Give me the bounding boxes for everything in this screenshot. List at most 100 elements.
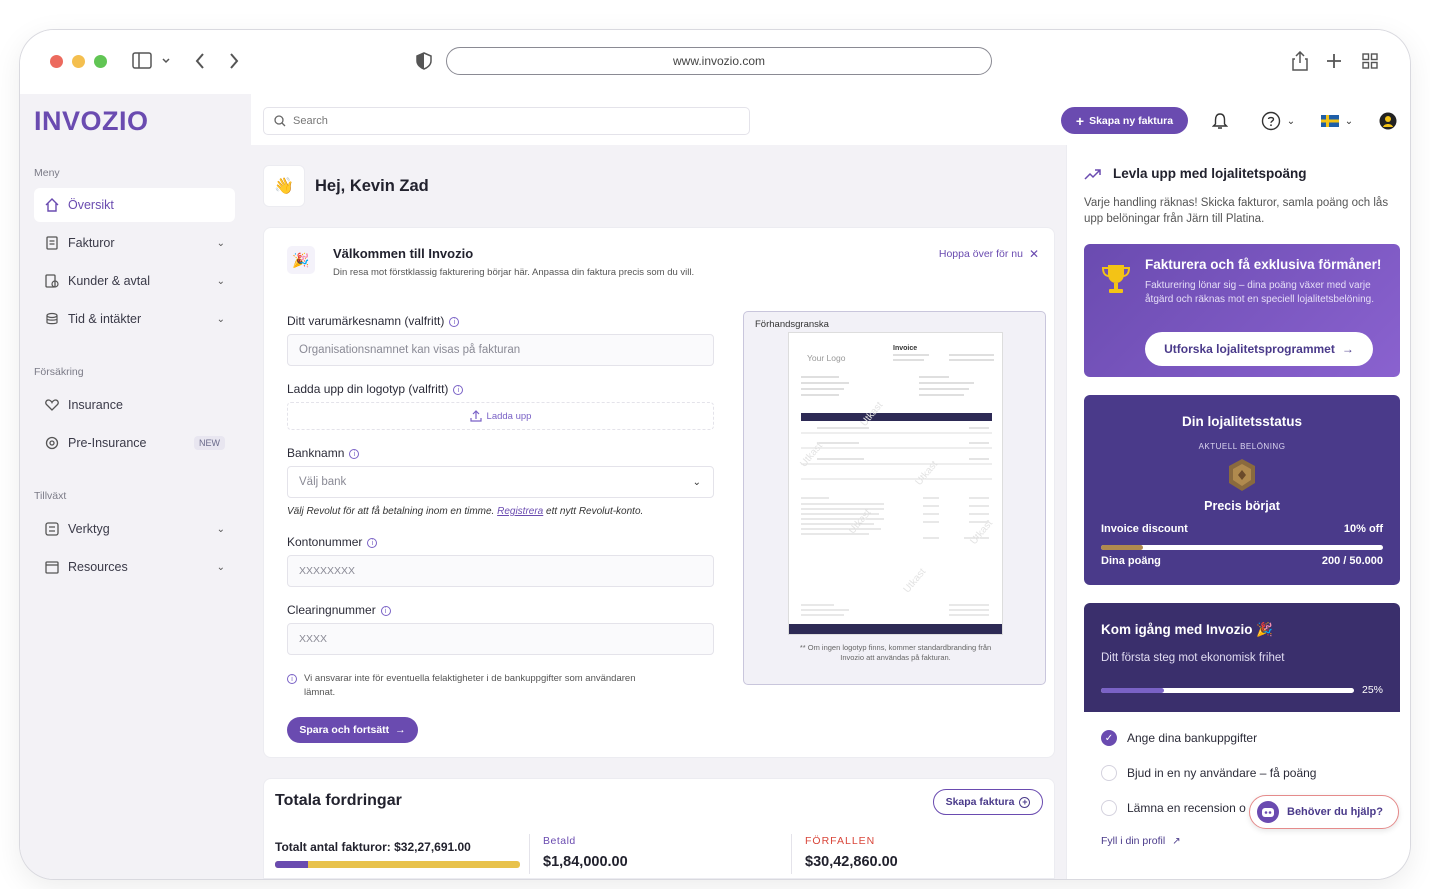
minimize-window-button[interactable] — [72, 55, 85, 68]
wave-icon: 👋 — [263, 165, 305, 207]
search-input[interactable]: Search — [263, 107, 750, 135]
sidebar-item-insurance[interactable]: Insurance — [34, 388, 235, 422]
task-label: Ange dina bankuppgifter — [1127, 731, 1258, 745]
sidebar-item-label: Pre-Insurance — [68, 436, 147, 450]
trophy-icon — [1101, 265, 1131, 293]
sweden-flag-icon — [1320, 115, 1339, 127]
info-icon: i — [380, 606, 391, 616]
avatar[interactable] — [1378, 110, 1398, 132]
search-icon — [274, 115, 286, 127]
divider — [791, 834, 792, 874]
register-link[interactable]: Registrera — [497, 506, 543, 517]
overdue-value: $30,42,860.00 — [805, 854, 898, 870]
onboarding-progress-bar — [1101, 688, 1354, 693]
clearing-label: Clearingnummer i — [287, 603, 391, 617]
task-label: Bjud in en ny användare – få poäng — [1127, 766, 1317, 780]
paid-value: $1,84,000.00 — [543, 854, 628, 870]
total-invoices-label: Totalt antal fakturor: $32,27,691.00 — [275, 840, 471, 854]
bell-icon[interactable] — [1209, 110, 1231, 132]
current-reward-label: AKTUELL BELÖNING — [1198, 442, 1286, 451]
info-icon: i — [453, 385, 464, 395]
tab-overview-icon[interactable] — [1360, 50, 1380, 72]
onboarding-progress-fill — [1101, 688, 1165, 693]
logo-label: Ladda upp din logotyp (valfritt) i — [287, 382, 464, 396]
chevron-down-icon: ⌄ — [1286, 115, 1296, 127]
onboarding-progress-value: 25% — [1361, 684, 1383, 696]
skip-button[interactable]: Hoppa över för nu ✕ — [939, 247, 1039, 261]
svg-text:Utkast: Utkast — [902, 566, 929, 595]
task-bank-details[interactable]: ✓ Ange dina bankuppgifter — [1101, 730, 1257, 746]
sidebar-item-oversikt[interactable]: Översikt — [34, 188, 235, 222]
greeting-title: Hej, Kevin Zad — [315, 177, 429, 195]
points-progress-fill — [1101, 545, 1144, 550]
chevron-down-icon[interactable]: ⌄ — [217, 314, 225, 325]
welcome-title: Välkommen till Invozio — [333, 246, 474, 261]
invoice-preview-panel: Förhandsgranska Your Logo Invoice Utkast… — [743, 311, 1046, 685]
account-number-input[interactable]: XXXXXXXX — [287, 555, 714, 587]
save-continue-button[interactable]: Spara och fortsätt → — [287, 717, 418, 743]
skip-label: Hoppa över för nu — [938, 248, 1023, 260]
arrow-right-icon: → — [395, 724, 406, 736]
badge-icon — [1229, 459, 1255, 491]
task-leave-review[interactable]: Lämna en recension o — [1101, 800, 1246, 816]
close-window-button[interactable] — [50, 55, 63, 68]
forward-icon[interactable] — [224, 50, 244, 72]
help-chat-button[interactable]: Behöver du hjälp? — [1249, 795, 1399, 829]
disclaimer-text: Vi ansvarar inte för eventuella felaktig… — [304, 673, 636, 698]
chevron-down-icon[interactable]: ⌄ — [217, 524, 225, 535]
info-icon: i — [287, 674, 297, 684]
empty-check-icon — [1101, 800, 1117, 816]
brand-name-input[interactable]: Organisationsnamnet kan visas på faktura… — [287, 334, 714, 366]
getting-started-title: Kom igång med Invozio 🎉 — [1101, 622, 1274, 637]
welcome-subtitle: Din resa mot förstklassig fakturering bö… — [333, 267, 695, 278]
shield-icon[interactable] — [413, 50, 435, 72]
points-label: Dina poäng — [1101, 555, 1161, 567]
address-bar[interactable]: www.invozio.com — [446, 47, 992, 75]
invozio-logo[interactable]: INVOZIO — [34, 106, 149, 137]
bank-select[interactable]: Välj bank ⌄ — [287, 466, 714, 498]
divider — [529, 834, 530, 874]
share-icon[interactable] — [1290, 50, 1310, 72]
account-placeholder: XXXXXXXX — [299, 565, 356, 577]
tier-name: Precis börjat — [1204, 499, 1280, 513]
complete-profile-link[interactable]: Fyll i din profil ↗ — [1101, 835, 1181, 847]
sidebar-item-resources[interactable]: Resources ⌄ — [34, 550, 235, 584]
chevron-down-icon[interactable]: ⌄ — [217, 562, 225, 573]
loyalty-status-card: Din lojalitetsstatus AKTUELL BELÖNING Pr… — [1084, 395, 1400, 585]
new-tab-icon[interactable] — [1324, 50, 1344, 72]
bank-placeholder: Välj bank — [299, 476, 347, 488]
chevron-down-icon[interactable]: ⌄ — [217, 238, 225, 249]
logo-upload-dropzone[interactable]: Ladda upp — [287, 402, 714, 430]
resources-icon — [44, 559, 60, 575]
sidebar-item-kunder[interactable]: Kunder & avtal ⌄ — [34, 264, 235, 298]
sidebar-item-verktyg[interactable]: Verktyg ⌄ — [34, 512, 235, 546]
language-selector[interactable]: ⌄ — [1318, 110, 1356, 132]
preview-title: Förhandsgranska — [755, 319, 829, 330]
create-invoice-small-button[interactable]: Skapa faktura + — [933, 789, 1043, 815]
totals-title: Totala fordringar — [275, 792, 402, 809]
explore-loyalty-button[interactable]: Utforska lojalitetsprogrammet → — [1145, 332, 1373, 366]
paid-segment — [275, 861, 308, 868]
sidebar-toggle-icon[interactable] — [132, 50, 172, 72]
task-invite-user[interactable]: Bjud in en ny användare – få poäng — [1101, 765, 1316, 781]
maximize-window-button[interactable] — [94, 55, 107, 68]
contracts-icon — [44, 273, 60, 289]
back-icon[interactable] — [190, 50, 210, 72]
sidebar-item-fakturor[interactable]: Fakturor ⌄ — [34, 226, 235, 260]
help-menu[interactable]: ⌄ — [1255, 110, 1301, 132]
create-invoice-button[interactable]: + Skapa ny faktura — [1061, 107, 1188, 134]
overdue-label: FÖRFALLEN — [805, 835, 876, 847]
loyalty-subtitle: Varje handling räknas! Skicka fakturor, … — [1084, 197, 1389, 225]
invoice-icon — [44, 235, 60, 251]
party-icon: 🎉 — [1256, 622, 1274, 637]
chevron-down-icon[interactable]: ⌄ — [217, 276, 225, 287]
getting-started-subtitle: Ditt första steg mot ekonomisk frihet — [1101, 652, 1285, 664]
brand-label: Ditt varumärkesnamn (valfritt) i — [287, 314, 460, 328]
sidebar-section-menu: Meny — [34, 167, 60, 179]
sidebar-item-pre-insurance[interactable]: Pre-Insurance NEW — [34, 426, 235, 460]
sidebar-item-tid[interactable]: Tid & intäkter ⌄ — [34, 302, 235, 336]
totals-card: Totala fordringar Skapa faktura + Totalt… — [263, 778, 1055, 879]
points-progress-bar — [1101, 545, 1383, 550]
clearing-number-input[interactable]: XXXX — [287, 623, 714, 655]
upload-label: Ladda upp — [486, 410, 532, 422]
